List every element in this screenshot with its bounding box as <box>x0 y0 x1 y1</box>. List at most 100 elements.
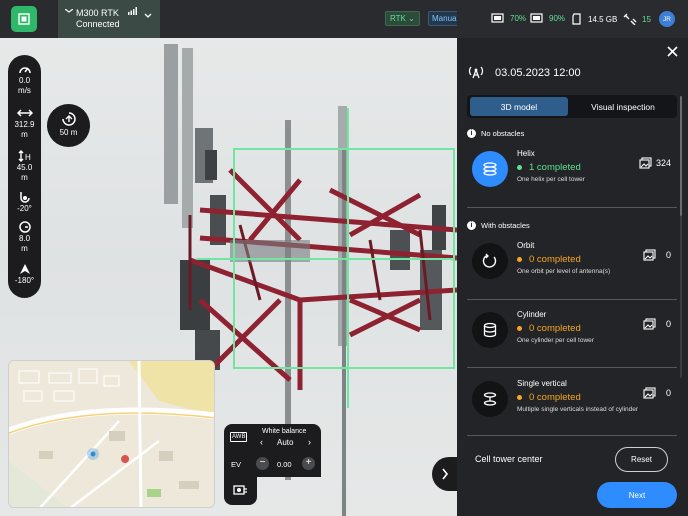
tab-3d-model[interactable]: 3D model <box>470 97 568 116</box>
gimbal-icon <box>19 192 30 203</box>
photo-count-value: 0 <box>665 250 671 260</box>
home-button[interactable] <box>11 6 37 32</box>
next-button[interactable]: Next <box>597 482 677 508</box>
speed-readout: 0.0 m/s <box>8 63 41 96</box>
distance-readout: 312.9 m <box>8 107 41 140</box>
ev-increase-button[interactable]: + <box>302 457 315 470</box>
wb-next-button[interactable]: › <box>308 437 311 447</box>
divider <box>467 435 677 436</box>
mission-panel: 03.05.2023 12:00 3D model Visual inspect… <box>457 38 688 516</box>
antenna-icon <box>468 66 484 79</box>
grid-line <box>233 148 455 150</box>
satellite-icon <box>623 13 637 25</box>
section-label: With obstacles <box>481 221 530 230</box>
camera-settings-button[interactable] <box>224 477 257 505</box>
return-home-button[interactable]: 50 m <box>47 104 90 147</box>
mission-status-text: 1 completed <box>529 162 581 173</box>
image-icon <box>639 157 652 169</box>
ev-decrease-button[interactable]: − <box>256 457 269 470</box>
section-with-obstacles: i With obstacles <box>467 221 530 230</box>
distance-icon <box>16 109 33 117</box>
wb-prev-button[interactable]: ‹ <box>260 437 263 447</box>
height-unit: m <box>21 173 28 182</box>
chevron-down-icon: ⌄ <box>408 14 415 23</box>
orbit-icon <box>472 243 508 279</box>
altitude-value: 8.0 <box>18 234 31 243</box>
awb-badge: AWB <box>230 432 248 442</box>
mission-status: 1 completed <box>517 162 581 173</box>
mission-status-text: 0 completed <box>529 323 581 334</box>
mission-title: Single vertical <box>517 379 567 388</box>
close-icon[interactable] <box>667 46 678 57</box>
mission-status: 0 completed <box>517 392 581 403</box>
battery-2-value: 90% <box>549 14 566 23</box>
section-no-obstacles: i No obstacles <box>467 129 524 138</box>
image-icon <box>643 318 656 330</box>
avatar[interactable]: JR <box>659 11 675 27</box>
mission-status: 0 completed <box>517 254 581 265</box>
mission-title: Helix <box>517 149 535 158</box>
altitude-unit: m <box>21 244 28 253</box>
battery-1: 70% <box>491 13 526 24</box>
image-icon <box>643 387 656 399</box>
battery-icon <box>530 13 543 23</box>
drone-icon <box>65 9 73 13</box>
heading-value: -180° <box>14 276 35 285</box>
battery-2: 90% <box>530 13 565 24</box>
divider <box>467 367 677 368</box>
photo-count: 324 <box>639 157 671 169</box>
heading-icon <box>19 264 30 274</box>
mission-description: One cylinder per cell tower <box>517 337 594 344</box>
svg-text:H: H <box>25 153 31 162</box>
helix-icon <box>472 151 508 187</box>
battery-1-value: 70% <box>510 14 527 23</box>
mission-card-orbit[interactable]: Orbit 0 completed One orbit per level of… <box>467 233 677 295</box>
speed-unit: m/s <box>18 86 31 95</box>
reset-button[interactable]: Reset <box>615 447 668 472</box>
mode-tabs: 3D model Visual inspection <box>467 95 677 118</box>
divider <box>467 207 677 208</box>
image-icon <box>643 249 656 261</box>
photo-count: 0 <box>643 249 671 261</box>
mission-datetime: 03.05.2023 12:00 <box>495 67 581 79</box>
storage: 14.5 GB <box>572 13 617 25</box>
info-icon: i <box>467 129 476 138</box>
mission-title: Cylinder <box>517 310 547 319</box>
ev-value: 0.00 <box>277 460 292 469</box>
tab-visual-inspection[interactable]: Visual inspection <box>571 97 675 116</box>
chevron-down-icon <box>144 13 152 18</box>
rth-value: 50 m <box>59 128 78 137</box>
rtk-dropdown[interactable]: RTK ⌄ <box>385 11 420 26</box>
ev-label: EV <box>231 460 242 469</box>
speed-value: 0.0 <box>18 76 31 85</box>
divider <box>467 299 677 300</box>
white-balance-label: White balance <box>262 428 307 435</box>
photo-count-value: 0 <box>665 388 671 398</box>
mission-status: 0 completed <box>517 323 581 334</box>
cylinder-icon <box>472 312 508 348</box>
map-image <box>9 361 214 507</box>
gimbal-value: -20° <box>17 204 32 213</box>
mini-map[interactable] <box>8 360 215 508</box>
height-value: 45.0 <box>16 163 33 172</box>
drone-selector[interactable]: M300 RTK Connected <box>58 0 160 38</box>
satellites-value: 15 <box>642 14 651 24</box>
grid-line <box>233 367 455 369</box>
return-home-icon <box>61 112 76 126</box>
section-label: No obstacles <box>481 129 525 138</box>
scrollbar-thumb[interactable] <box>680 96 682 216</box>
mission-description: One helix per cell tower <box>517 176 585 183</box>
photo-count: 0 <box>643 318 671 330</box>
battery-icon <box>491 13 504 23</box>
mission-card-helix[interactable]: Helix 1 completed One helix per cell tow… <box>467 141 677 203</box>
info-icon: i <box>467 221 476 230</box>
gimbal-readout: -20° <box>8 191 41 214</box>
mission-description: Multiple single verticals instead of cyl… <box>517 406 639 413</box>
mission-title: Orbit <box>517 241 535 250</box>
altitude-icon <box>18 221 31 233</box>
mission-card-cylinder[interactable]: Cylinder 0 completed One cylinder per ce… <box>467 302 677 364</box>
mission-card-single-vertical[interactable]: Single vertical 0 completed Multiple sin… <box>467 371 677 433</box>
rtk-label: RTK <box>390 14 406 23</box>
height-readout: H 45.0 m <box>8 150 41 183</box>
mission-status-text: 0 completed <box>529 392 581 403</box>
